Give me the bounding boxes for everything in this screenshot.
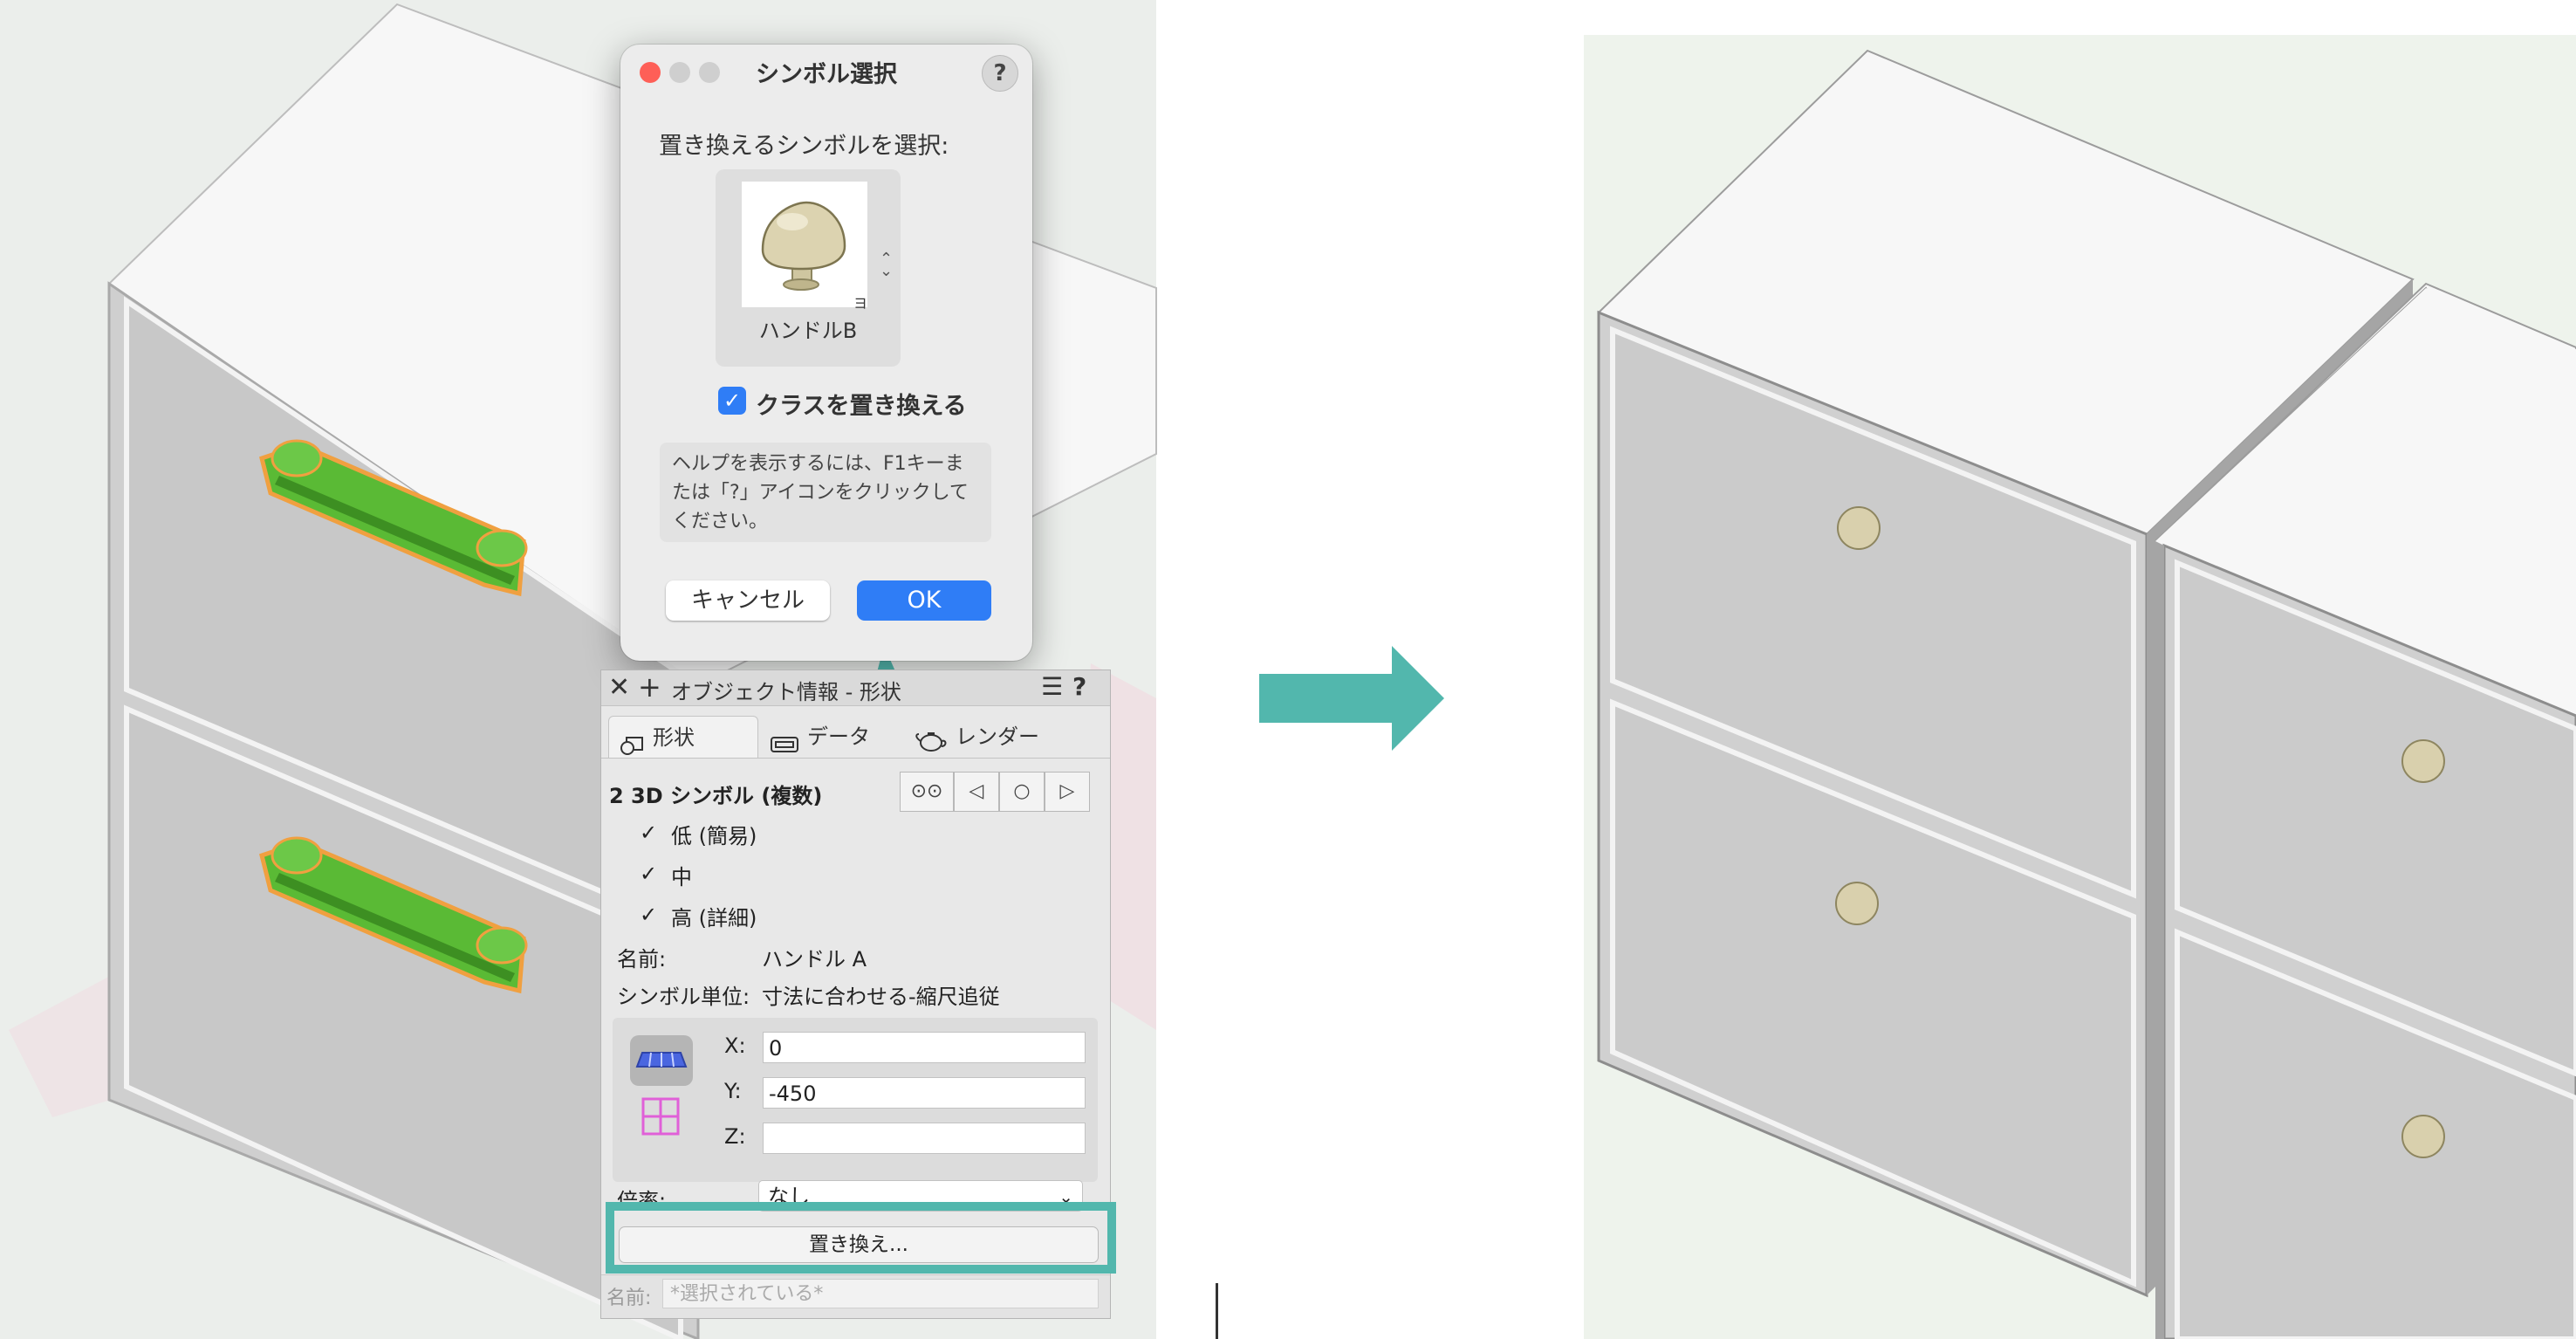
symbol-unit-label: シンボル単位:	[617, 985, 750, 1009]
palette-titlebar: ✕ + オブジェクト情報 - 形状 ☰ ?	[601, 670, 1110, 706]
tab-render[interactable]: レンダー	[908, 716, 1092, 758]
nav-next-button[interactable]: ▷	[1045, 772, 1090, 812]
palette-title: オブジェクト情報 - 形状	[671, 680, 901, 704]
palette-footer: 名前: *選択されている*	[601, 1274, 1110, 1318]
transition-arrow-icon	[1259, 646, 1444, 751]
plan-view-icon[interactable]	[630, 1035, 693, 1086]
bottom-name-field[interactable]: *選択されている*	[662, 1279, 1099, 1308]
y-field[interactable]: -450	[763, 1077, 1086, 1109]
add-icon[interactable]: +	[638, 670, 661, 704]
knob-b	[1837, 506, 1881, 550]
detail-mid-checkbox[interactable]: ✓	[640, 863, 661, 884]
ok-button[interactable]: OK	[857, 580, 991, 621]
tab-render-label: レンダー	[956, 724, 1039, 749]
z-field[interactable]	[763, 1123, 1086, 1154]
x-label: X:	[724, 1033, 746, 1058]
detail-high-checkbox[interactable]: ✓	[640, 904, 661, 925]
tab-data[interactable]: データ	[764, 716, 903, 758]
text-cursor	[1216, 1283, 1218, 1339]
detail-low-label: 低 (簡易)	[671, 824, 757, 848]
bottom-name-placeholder: *選択されている*	[670, 1283, 824, 1305]
tab-data-label: データ	[807, 724, 870, 749]
tab-shape[interactable]: 形状	[608, 716, 758, 759]
knob-b	[2401, 1115, 2445, 1158]
bottom-name-label: 名前:	[606, 1288, 652, 1309]
cabinet-side	[2155, 541, 2164, 1339]
replace-button-highlight	[606, 1202, 1116, 1274]
cancel-button[interactable]: キャンセル	[666, 580, 830, 621]
menu-icon[interactable]: ☰	[1041, 672, 1063, 701]
name-value: ハンドル A	[762, 947, 867, 972]
name-label: 名前:	[617, 947, 667, 972]
coordinate-group: X: 0 Y: -450 Z:	[613, 1018, 1098, 1182]
knob-b	[2401, 739, 2445, 783]
detail-low-checkbox[interactable]: ✓	[640, 822, 661, 843]
shape-icon	[620, 728, 646, 755]
replace-class-label: クラスを置き換える	[756, 393, 967, 420]
symbol-preview: ヨ	[742, 182, 867, 312]
thumbnail-badge: ヨ	[853, 295, 868, 312]
symbol-picker[interactable]: ヨ ⌃ ⌄ ハンドルB	[716, 169, 901, 367]
tab-divider	[601, 758, 1110, 759]
symbol-unit-value: 寸法に合わせる-縮尺追従	[762, 985, 1000, 1009]
data-icon	[769, 727, 800, 752]
symbol-name: ハンドルB	[758, 319, 858, 343]
symbol-select-dialog: シンボル選択 ? 置き換えるシンボルを選択: ヨ ⌃ ⌄ ハンドルB ✓ クラスを…	[620, 45, 1032, 661]
help-text: ヘルプを表示するには、F1キーまたは「?」アイコンをクリックしてください。	[660, 443, 991, 542]
knob-thumbnail-icon	[761, 201, 846, 291]
tab-shape-label: 形状	[653, 725, 695, 750]
detail-mid-label: 中	[671, 865, 692, 889]
nav-prev-button[interactable]: ◁	[954, 772, 999, 812]
nav-current-button[interactable]: ○	[999, 772, 1045, 812]
render-teapot-icon	[914, 725, 949, 752]
grid-anchor-icon[interactable]	[641, 1096, 681, 1136]
close-icon[interactable]: ✕	[608, 672, 630, 703]
scene-canvas	[0, 0, 2576, 1339]
dialog-help-button[interactable]: ?	[982, 55, 1018, 92]
stepper-icon[interactable]: ⌃ ⌄	[880, 251, 893, 279]
z-label: Z:	[724, 1124, 746, 1149]
palette-help-icon[interactable]: ?	[1072, 672, 1086, 701]
select-symbol-label: 置き換えるシンボルを選択:	[659, 133, 949, 160]
y-label: Y:	[724, 1079, 742, 1103]
dialog-title: シンボル選択	[756, 61, 897, 88]
nav-all-button[interactable]: ⊙⊙	[900, 772, 954, 812]
knob-b	[1835, 882, 1879, 925]
x-field[interactable]: 0	[763, 1032, 1086, 1063]
detail-high-label: 高 (詳細)	[671, 906, 757, 930]
selection-summary: 2 3D シンボル (複数)	[609, 784, 823, 808]
replace-class-checkbox[interactable]: ✓	[718, 387, 746, 415]
